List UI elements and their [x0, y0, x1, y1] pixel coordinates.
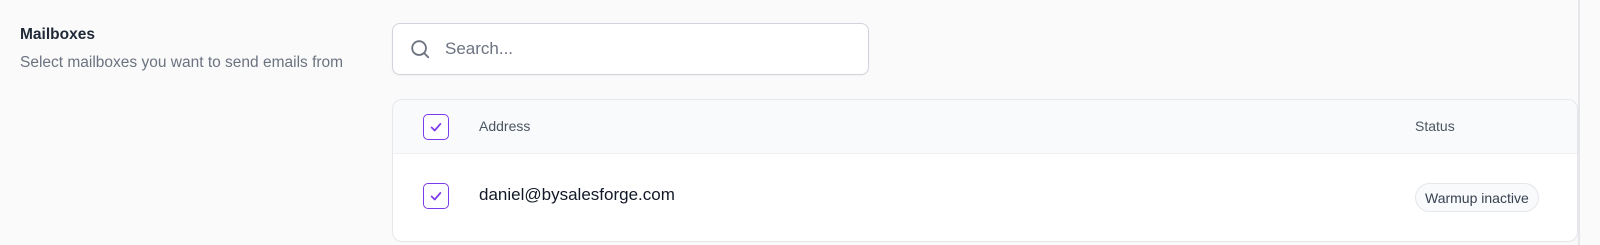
table-row[interactable]: daniel@bysalesforge.com Warmup inactive: [393, 154, 1577, 241]
search-input[interactable]: [445, 39, 845, 59]
check-icon: [430, 192, 442, 201]
check-icon: [430, 123, 442, 132]
table-header: Address Status: [393, 100, 1577, 154]
scrollbar[interactable]: [1578, 0, 1580, 245]
mailbox-address: daniel@bysalesforge.com: [479, 185, 675, 204]
mailboxes-section-header: Mailboxes Select mailboxes you want to s…: [20, 24, 360, 75]
status-badge: Warmup inactive: [1415, 183, 1539, 212]
row-checkbox[interactable]: [423, 183, 449, 209]
section-title: Mailboxes: [20, 26, 95, 43]
search-icon: [409, 38, 431, 60]
section-description: Select mailboxes you want to send emails…: [20, 54, 344, 71]
column-header-status[interactable]: Status: [1415, 118, 1455, 134]
mailboxes-settings-page: Mailboxes Select mailboxes you want to s…: [0, 0, 1600, 245]
mailboxes-table: Address Status daniel@bysalesforge.com W…: [392, 99, 1578, 242]
search-box[interactable]: [392, 23, 869, 75]
column-header-address[interactable]: Address: [479, 118, 530, 134]
select-all-checkbox[interactable]: [423, 114, 449, 140]
